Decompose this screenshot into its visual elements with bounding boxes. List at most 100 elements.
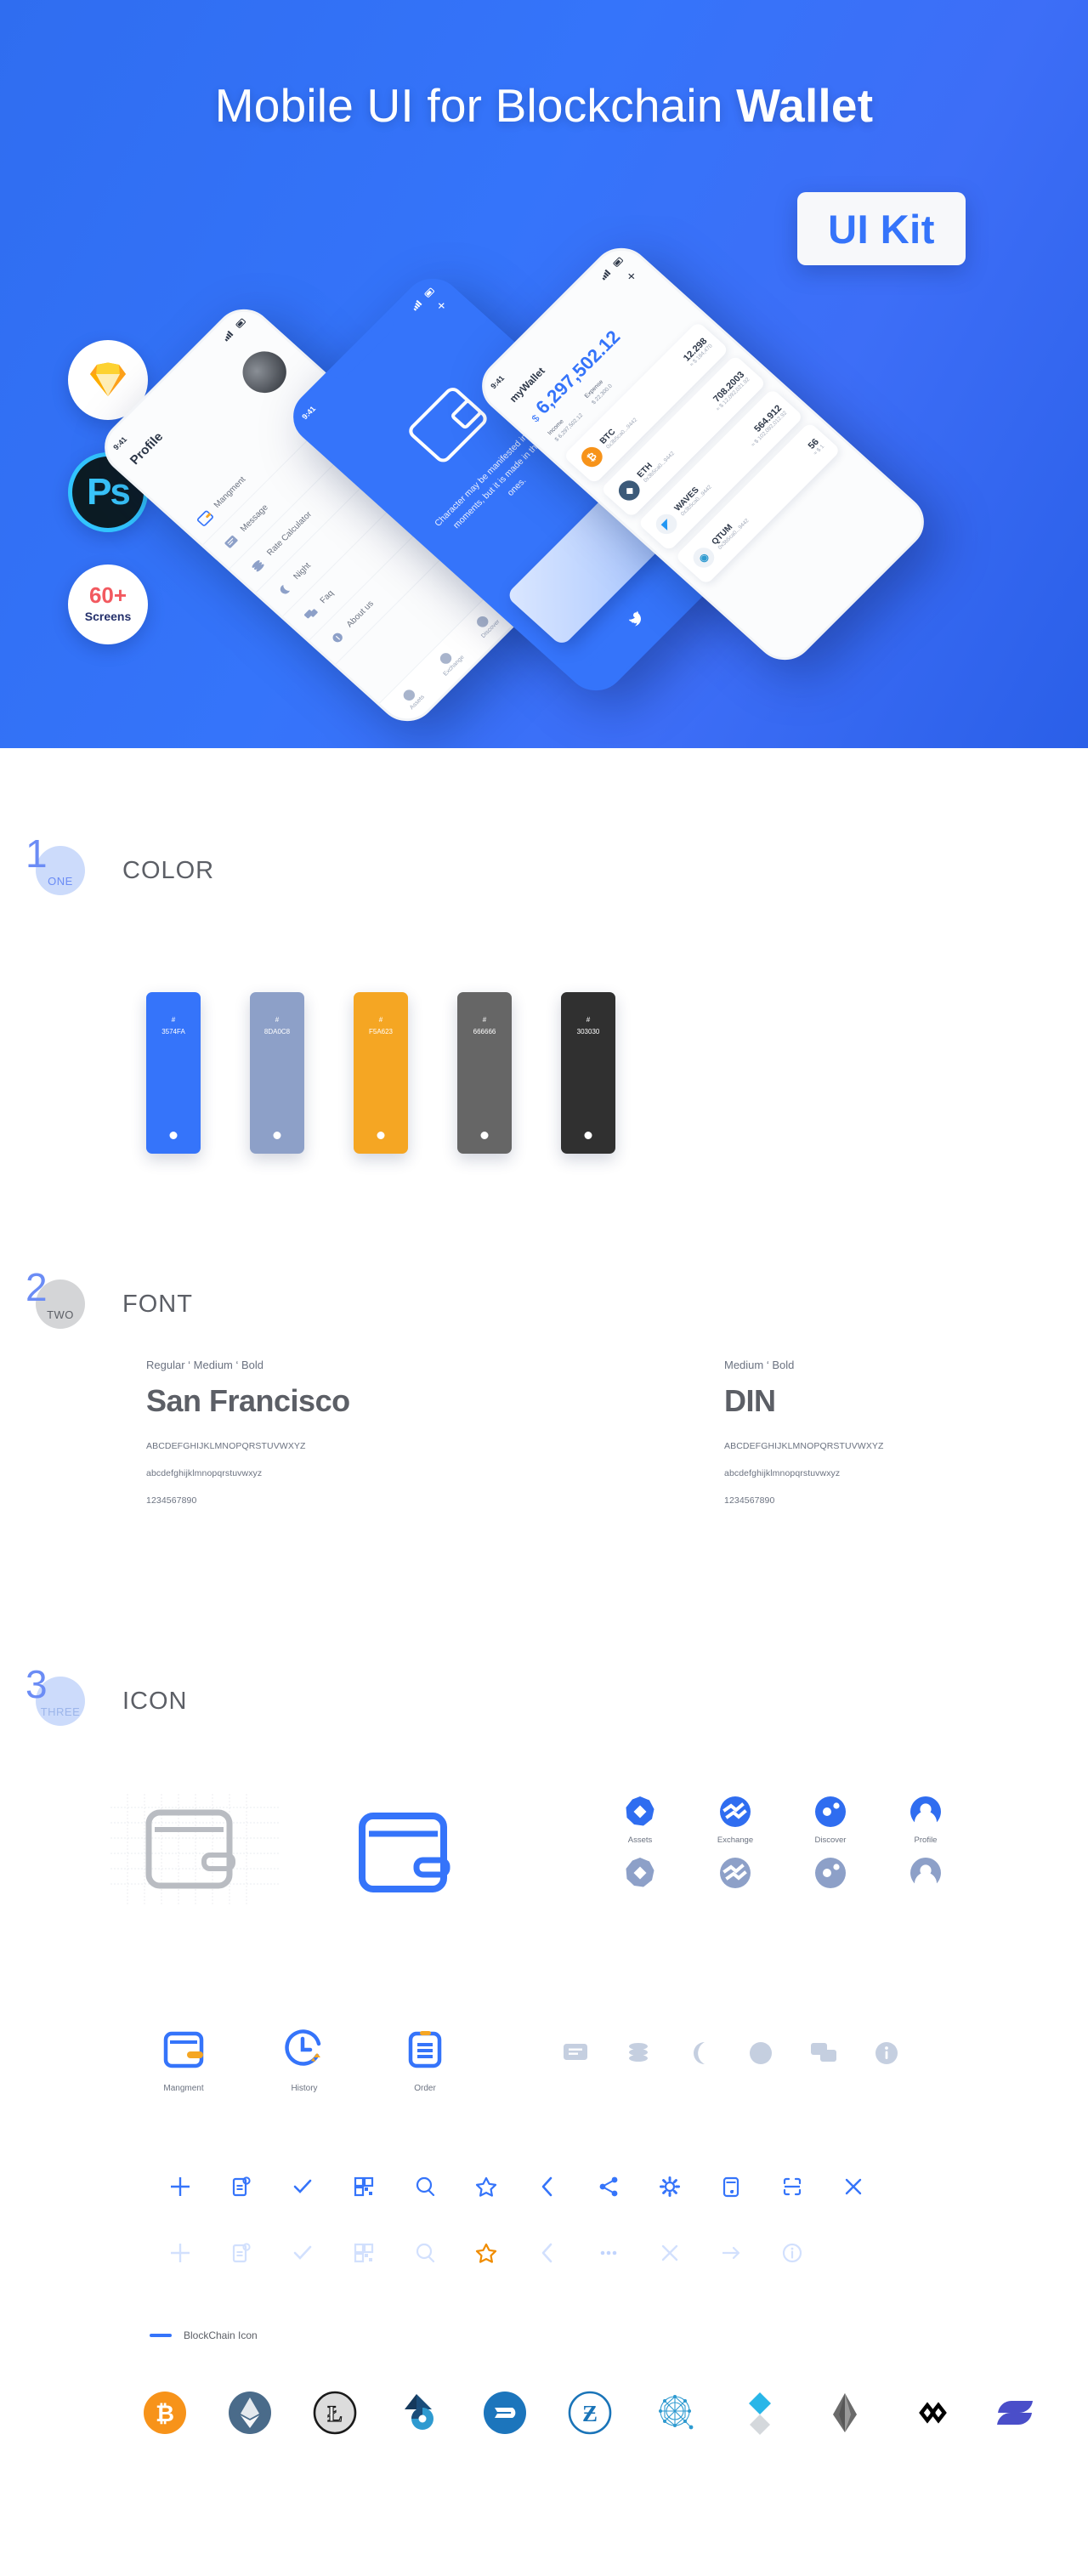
dash-icon[interactable] bbox=[483, 2391, 527, 2435]
circle-icon[interactable] bbox=[748, 2040, 774, 2066]
section-number: 2 bbox=[26, 1265, 48, 1309]
page-title: Mobile UI for Blockchain Wallet bbox=[0, 78, 1088, 133]
info-icon[interactable] bbox=[781, 2242, 803, 2264]
arrow-right-icon[interactable] bbox=[720, 2242, 742, 2264]
section-number-badge: 2 TWO bbox=[26, 1268, 85, 1329]
status-time: 9:41 bbox=[111, 434, 129, 452]
close-icon[interactable] bbox=[842, 2176, 864, 2198]
svg-text:₿: ₿ bbox=[156, 2401, 174, 2426]
toolbar-cell bbox=[578, 2234, 639, 2272]
message-icon bbox=[224, 535, 238, 548]
note-settings-icon[interactable] bbox=[230, 2176, 252, 2198]
signup-link[interactable]: Sign up bbox=[584, 640, 613, 668]
qtum-icon[interactable] bbox=[653, 2391, 697, 2435]
legend-bar bbox=[150, 2334, 172, 2337]
section-title: FONT bbox=[122, 1290, 193, 1318]
profile-icon[interactable] bbox=[910, 1796, 942, 1828]
exchange-icon[interactable] bbox=[719, 1796, 751, 1828]
font-uppercase: ABCDEFGHIJKLMNOPQRSTUVWXYZ bbox=[724, 1441, 884, 1451]
avatar bbox=[233, 343, 296, 402]
swatch-dot bbox=[377, 1132, 385, 1139]
toolbar-cell bbox=[394, 2168, 456, 2205]
nav-icon-exchange: Exchange bbox=[709, 1796, 762, 1889]
section-number-word: TWO bbox=[47, 1308, 74, 1321]
check-icon[interactable] bbox=[292, 2242, 314, 2264]
history-clock-icon[interactable] bbox=[280, 2025, 329, 2074]
hex-value: F5A623 bbox=[368, 1028, 394, 1036]
close-icon[interactable] bbox=[659, 2242, 681, 2264]
waves-icon[interactable] bbox=[738, 2391, 782, 2435]
coin-values: 564.912 ≈ $ 102,092,012.92 bbox=[742, 403, 788, 447]
twitter-icon[interactable] bbox=[626, 609, 647, 628]
assets-icon[interactable] bbox=[624, 1796, 656, 1828]
qrcode-icon[interactable] bbox=[353, 2242, 375, 2264]
status-icons bbox=[224, 318, 246, 342]
profile-icon-inactive[interactable] bbox=[910, 1857, 942, 1889]
star-icon[interactable] bbox=[475, 2242, 497, 2264]
chat-icon[interactable] bbox=[809, 2040, 838, 2066]
info-icon[interactable] bbox=[874, 2040, 899, 2066]
moon-icon[interactable] bbox=[687, 2040, 712, 2066]
search-icon[interactable] bbox=[414, 2176, 436, 2198]
assets-icon-inactive[interactable] bbox=[624, 1857, 656, 1889]
discover-icon-inactive[interactable] bbox=[814, 1857, 847, 1889]
color-swatch[interactable]: #303030 bbox=[561, 992, 615, 1154]
section-number-badge: 1 ONE bbox=[26, 834, 85, 895]
legend-label: BlockChain Icon bbox=[184, 2329, 258, 2341]
font-digits: 1234567890 bbox=[146, 1495, 197, 1506]
check-icon[interactable] bbox=[292, 2176, 314, 2198]
add-button[interactable]: + bbox=[433, 298, 451, 315]
litecoin-icon[interactable]: Ł bbox=[313, 2391, 357, 2435]
discover-icon[interactable] bbox=[814, 1796, 847, 1828]
add-wallet-button[interactable]: + bbox=[622, 268, 641, 285]
plus-icon[interactable] bbox=[169, 2176, 191, 2198]
section-title: ICON bbox=[122, 1687, 188, 1715]
color-swatch[interactable]: #3574FA bbox=[146, 992, 201, 1154]
nav-icon-label: Exchange bbox=[717, 1836, 754, 1845]
eos-icon[interactable] bbox=[823, 2391, 867, 2435]
page-title-bold: Wallet bbox=[736, 79, 874, 132]
color-swatch[interactable]: #8DA0C8 bbox=[250, 992, 304, 1154]
more-icon[interactable] bbox=[598, 2242, 620, 2264]
nem-icon[interactable] bbox=[993, 2391, 1037, 2435]
share-icon[interactable] bbox=[598, 2176, 620, 2198]
note-settings-icon[interactable] bbox=[230, 2242, 252, 2264]
message-icon[interactable] bbox=[561, 2040, 590, 2066]
order-clipboard-icon[interactable] bbox=[400, 2025, 450, 2074]
section-title: COLOR bbox=[122, 856, 215, 884]
ethereum-icon[interactable] bbox=[228, 2391, 272, 2435]
color-swatch[interactable]: #666666 bbox=[457, 992, 512, 1154]
wallet-management-icon[interactable] bbox=[159, 2025, 208, 2074]
moon-icon bbox=[280, 584, 290, 594]
grey-icon-row bbox=[561, 2040, 899, 2066]
stack-icon[interactable] bbox=[626, 2040, 651, 2066]
coin-values: 708.2003 ≈ $ 12,092,021.92 bbox=[707, 370, 751, 412]
toolbar-cell bbox=[211, 2234, 272, 2272]
bitshares-icon[interactable] bbox=[398, 2391, 442, 2435]
ontology-icon[interactable] bbox=[908, 2391, 952, 2435]
chevron-left-icon[interactable] bbox=[536, 2176, 558, 2198]
chevron-left-icon[interactable] bbox=[536, 2242, 558, 2264]
status-time: 9:41 bbox=[489, 373, 507, 391]
toolbar-cell bbox=[456, 2234, 517, 2272]
plus-icon[interactable] bbox=[169, 2242, 191, 2264]
qrcode-icon[interactable] bbox=[353, 2176, 375, 2198]
toolbar-cell bbox=[333, 2234, 394, 2272]
color-swatch[interactable]: # F5A623 bbox=[354, 992, 408, 1154]
bitcoin-icon[interactable]: ₿ bbox=[143, 2391, 187, 2435]
section-header-icon: 3 THREE ICON bbox=[26, 1665, 188, 1726]
scan-icon[interactable] bbox=[781, 2176, 803, 2198]
ui-kit-badge: UI Kit bbox=[797, 192, 966, 265]
zcash-icon[interactable]: Ƶ bbox=[568, 2391, 612, 2435]
ethereum-icon: ◆ bbox=[614, 476, 644, 505]
exchange-icon-inactive[interactable] bbox=[719, 1857, 751, 1889]
qtum-icon: ◉ bbox=[688, 543, 719, 572]
search-icon[interactable] bbox=[414, 2242, 436, 2264]
card-music-icon[interactable] bbox=[720, 2176, 742, 2198]
hash: # bbox=[482, 1016, 487, 1024]
gear-icon[interactable] bbox=[659, 2176, 681, 2198]
profile-menu-label: About us bbox=[344, 599, 376, 630]
toolbar-cell bbox=[272, 2168, 333, 2205]
phone-notch bbox=[518, 284, 587, 353]
star-icon[interactable] bbox=[475, 2176, 497, 2198]
